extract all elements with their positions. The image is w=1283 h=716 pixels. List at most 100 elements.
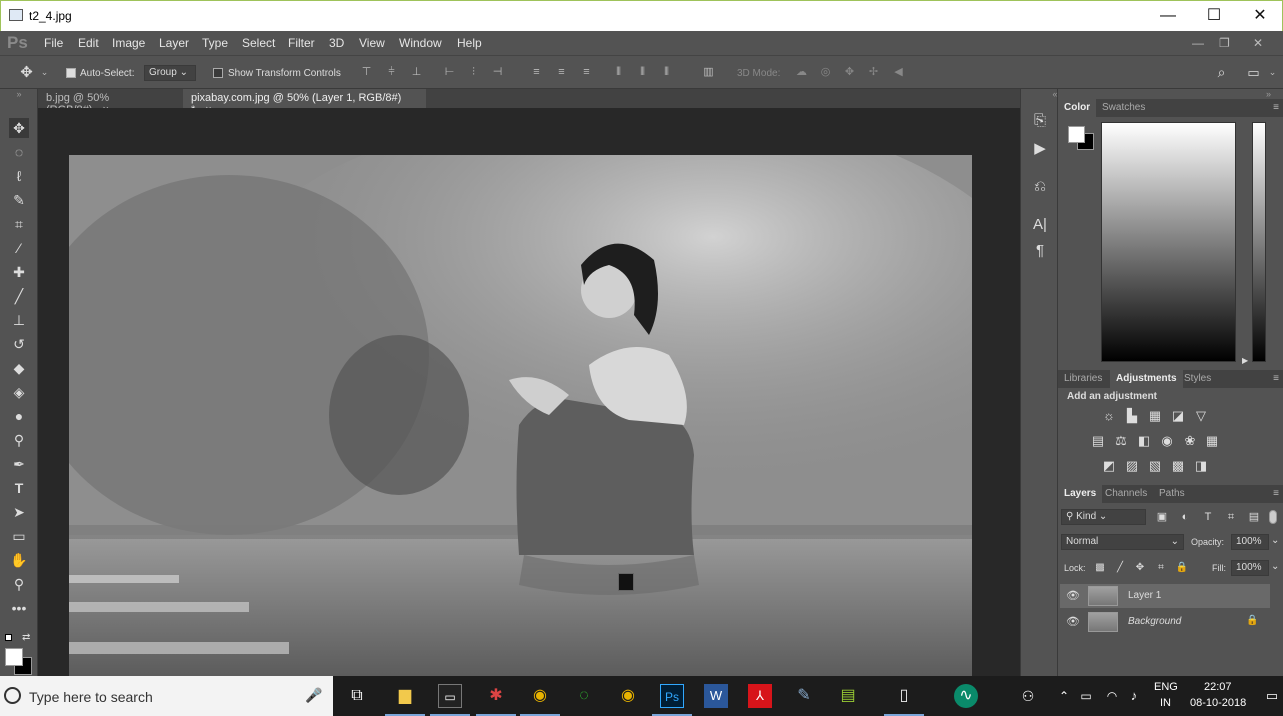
language-region[interactable]: IN [1160,697,1171,709]
panel-menu-icon[interactable]: ≡ [1273,102,1279,113]
maximize-button[interactable]: ☐ [1202,5,1226,27]
collapse-panels-icon[interactable]: » [1266,89,1271,99]
microphone-icon[interactable]: 🎤 [305,687,322,704]
sync-app-icon[interactable]: ◌ [572,684,596,708]
file-explorer-icon[interactable]: ▆ [393,684,417,708]
zoom-tool-icon[interactable]: ⚲ [9,574,29,594]
roll-3d-icon[interactable]: ◎ [819,66,832,79]
lock-image-icon[interactable]: ╱ [1111,560,1129,576]
type-tool-icon[interactable]: T [9,478,29,498]
visibility-eye-icon[interactable]: 👁 [1066,615,1080,628]
notifications-icon[interactable]: ▭ [1260,684,1283,708]
rectangle-tool-icon[interactable]: ▭ [9,526,29,546]
wifi-icon[interactable]: ◠ [1100,684,1124,708]
menu-layer[interactable]: Layer [159,36,189,50]
brush-tool-icon[interactable]: ╱ [9,286,29,306]
workspace-icon[interactable]: ▭ [1247,66,1260,79]
photoshop-taskbar-icon[interactable]: Ps [660,684,684,708]
menu-type[interactable]: Type [202,36,228,50]
battery-icon[interactable]: ▭ [1074,684,1098,708]
show-transform-checkbox[interactable] [213,68,223,78]
crop-tool-icon[interactable]: ⌗ [9,214,29,234]
distribute-left-icon[interactable]: ⦀ [612,66,625,79]
lock-all-icon[interactable]: 🔒 [1173,560,1191,576]
orbit-3d-icon[interactable]: ☁ [795,66,808,79]
align-bottom-icon[interactable]: ⊥ [410,66,423,79]
people-icon[interactable]: ⚇ [1016,684,1040,708]
menu-filter[interactable]: Filter [288,36,315,50]
lock-position-icon[interactable]: ✥ [1131,560,1149,576]
blend-mode-select[interactable]: Normal ⌄ [1061,534,1184,550]
auto-align-icon[interactable]: ▥ [702,66,715,79]
channel-mixer-icon[interactable]: ❀ [1181,433,1199,449]
menu-help[interactable]: Help [457,36,482,50]
chrome-icon[interactable]: ◉ [528,684,552,708]
eyedropper-tool-icon[interactable]: ⁄ [9,238,29,258]
activity-monitor-icon[interactable]: ∿ [954,684,978,708]
tab-channels[interactable]: Channels [1099,485,1153,503]
posterize-icon[interactable]: ▨ [1123,458,1141,474]
slide-3d-icon[interactable]: ✢ [867,66,880,79]
filter-adjustment-icon[interactable]: ◐ [1176,509,1194,525]
tab-adjustments[interactable]: Adjustments [1110,370,1183,388]
fill-chevron-icon[interactable]: ⌄ [1271,561,1279,572]
threshold-icon[interactable]: ▧ [1146,458,1164,474]
swap-colors-icon[interactable]: ⇄ [22,632,30,643]
filter-smart-object-icon[interactable]: ▤ [1245,509,1263,525]
black-white-icon[interactable]: ◧ [1135,433,1153,449]
hand-tool-icon[interactable]: ✋ [9,550,29,570]
canvas-area[interactable] [38,108,1020,676]
color-lookup-icon[interactable]: ▦ [1203,433,1221,449]
distribute-bottom-icon[interactable]: ≡ [580,66,593,79]
clock-date[interactable]: 08-10-2018 [1190,697,1246,709]
tab-b-jpg[interactable]: b.jpg @ 50% (RGB/8#)× [38,89,182,116]
distribute-top-icon[interactable]: ≡ [530,66,543,79]
menu-file[interactable]: File [44,36,63,50]
lasso-tool-icon[interactable]: ℓ [9,166,29,186]
tab-layers[interactable]: Layers [1058,485,1103,503]
photo-filter-icon[interactable]: ◉ [1158,433,1176,449]
distribute-vcenter-icon[interactable]: ≡ [555,66,568,79]
filter-toggle[interactable] [1269,510,1277,524]
history-brush-tool-icon[interactable]: ↺ [9,334,29,354]
tab-swatches[interactable]: Swatches [1096,99,1151,117]
tab-color[interactable]: Color [1058,99,1097,117]
filter-pixel-icon[interactable]: ▣ [1153,509,1171,525]
tab-libraries[interactable]: Libraries [1058,370,1108,388]
tab-pixabay-jpg[interactable]: pixabay.com.jpg @ 50% (Layer 1, RGB/8#) … [183,89,426,116]
search-icon[interactable]: ⌕ [1215,65,1228,79]
align-hcenter-icon[interactable]: ⫶ [467,66,480,79]
tab-paths[interactable]: Paths [1153,485,1191,503]
layer-row-layer-1[interactable]: 👁 Layer 1 [1060,584,1270,608]
language-code[interactable]: ENG [1154,681,1178,693]
more-tools-icon[interactable]: ••• [9,598,29,618]
distribute-hcenter-icon[interactable]: ⦀ [636,66,649,79]
healing-brush-tool-icon[interactable]: ✚ [9,262,29,282]
chevron-down-icon[interactable]: ⌄ [38,66,51,79]
workspace-chevron-icon[interactable]: ⌄ [1266,66,1279,79]
clock-time[interactable]: 22:07 [1204,681,1232,693]
auto-select-dropdown[interactable]: Group ⌄ [144,65,196,81]
slider-arrow-icon[interactable]: ▶ [1242,356,1248,365]
clone-stamp-tool-icon[interactable]: ⊥ [9,310,29,330]
hue-saturation-icon[interactable]: ▤ [1089,433,1107,449]
doc-minimize-icon[interactable]: — [1192,36,1204,50]
default-colors-icon[interactable] [5,634,12,641]
filter-shape-icon[interactable]: ⌗ [1222,509,1240,525]
taskbar-search[interactable]: Type here to search 🎤 [0,676,333,716]
selective-color-icon[interactable]: ◨ [1192,458,1210,474]
align-top-icon[interactable]: ⊤ [360,66,373,79]
menu-image[interactable]: Image [112,36,145,50]
blank-document-icon[interactable]: ▯ [892,684,916,708]
align-vcenter-icon[interactable]: ⫩ [385,66,398,79]
move-tool-preset-icon[interactable]: ✥ [20,65,33,80]
color-balance-icon[interactable]: ⚖ [1112,433,1130,449]
align-right-icon[interactable]: ⊣ [491,66,504,79]
command-prompt-icon[interactable]: ▭ [438,684,462,708]
layer-kind-filter[interactable]: ⚲ Kind ⌄ [1061,509,1146,525]
marquee-tool-icon[interactable]: ◌ [9,142,29,162]
move-tool-icon[interactable]: ✥ [9,118,29,138]
pan-3d-icon[interactable]: ✥ [843,66,856,79]
word-icon[interactable]: W [704,684,728,708]
menu-view[interactable]: View [359,36,385,50]
